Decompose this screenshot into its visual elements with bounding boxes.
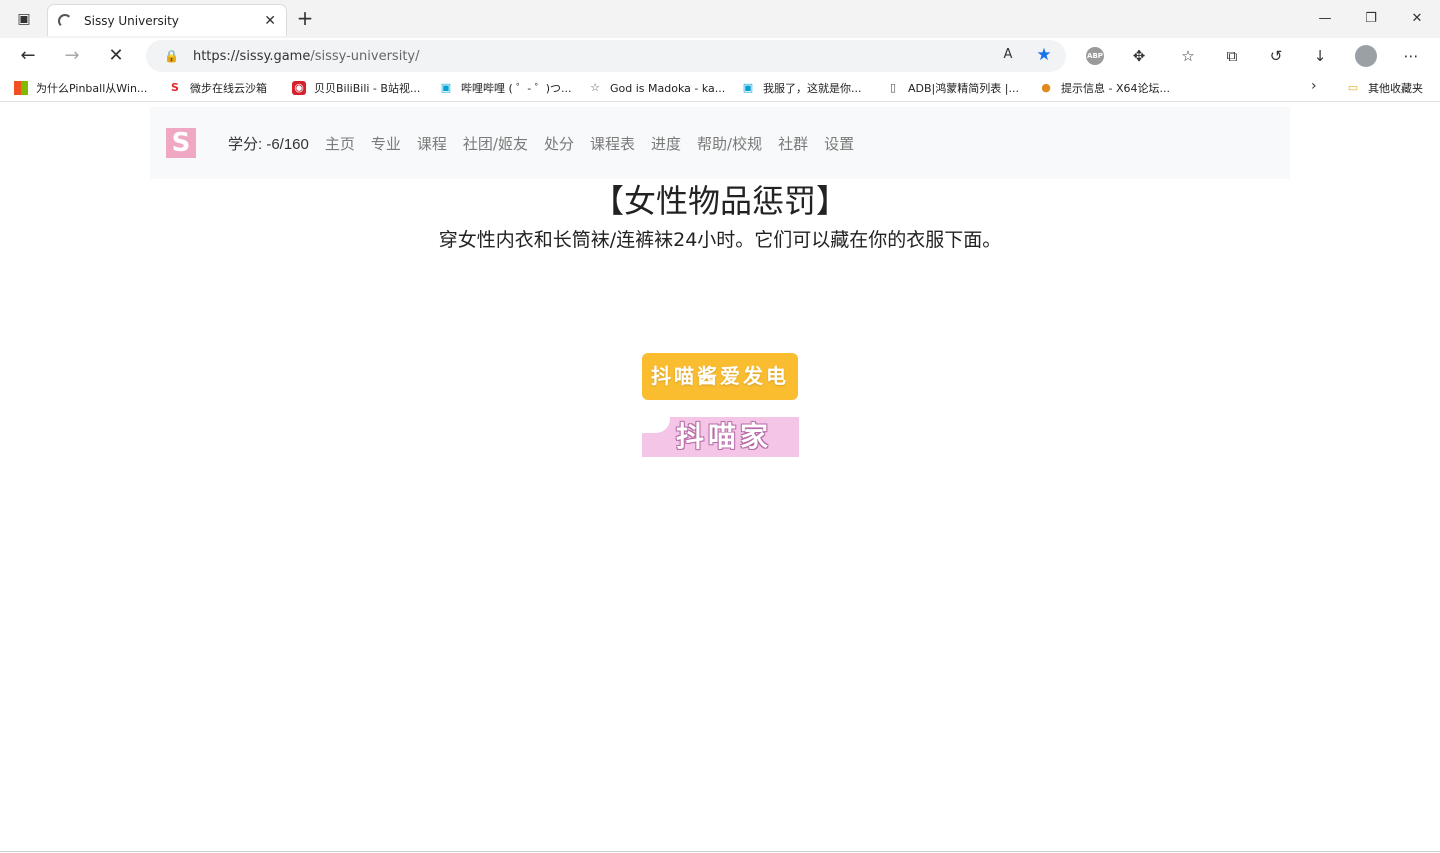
site-navbar: S 学分: -6/160 主页 专业 课程 社团/姬友 处分 课程表 进度 帮助… <box>150 107 1290 179</box>
threatbook-icon: S <box>171 81 179 94</box>
nav-help[interactable]: 帮助/校规 <box>697 133 762 154</box>
donate-button[interactable]: 抖喵酱爱发电 <box>642 353 798 400</box>
bookmark-item[interactable]: ◉ 贝贝BiliBili - B站视... <box>292 78 420 98</box>
tab-actions-icon[interactable]: ▣ <box>10 7 38 31</box>
nav-progress[interactable]: 进度 <box>651 133 681 154</box>
stop-loading-icon[interactable]: ✕ <box>103 43 129 69</box>
x64-icon: ● <box>1041 81 1051 94</box>
star-icon: ☆ <box>590 81 600 94</box>
punishment-description: 穿女性内衣和长筒袜/连裤袜24小时。它们可以藏在你的衣服下面。 <box>438 229 1002 251</box>
bookmark-item[interactable]: ▯ ADB|鸿蒙精简列表 |... <box>886 78 1019 98</box>
page-title: 【女性物品惩罚】 <box>591 182 848 220</box>
favorite-star-icon[interactable]: ★ <box>1033 44 1055 66</box>
nav-clubs[interactable]: 社团/姬友 <box>463 133 528 154</box>
tab-title: Sissy University <box>84 13 179 28</box>
minimize-icon[interactable]: — <box>1314 8 1336 30</box>
site-logo[interactable]: S <box>166 128 196 158</box>
favorites-icon[interactable]: ☆ <box>1175 43 1201 69</box>
new-tab-icon[interactable]: + <box>294 7 316 31</box>
tab-bar: ▣ Sissy University ✕ + — ❐ ✕ <box>0 0 1440 38</box>
extensions-icon[interactable]: ✥ <box>1126 43 1152 69</box>
other-bookmarks-label: 其他收藏夹 <box>1368 82 1423 95</box>
bookmark-label: 为什么Pinball从Win... <box>36 82 148 95</box>
credit-score: 学分: -6/160 <box>228 135 309 153</box>
close-tab-icon[interactable]: ✕ <box>264 13 276 29</box>
adblock-icon[interactable]: ABP <box>1082 43 1108 69</box>
beibei-icon: ◉ <box>292 81 306 95</box>
bookmark-label: 微步在线云沙箱 <box>190 82 267 95</box>
decorative-notch <box>642 417 670 433</box>
bookmark-label: 贝贝BiliBili - B站视... <box>314 82 421 95</box>
home-link-label: 抖喵家 <box>676 420 773 453</box>
nav-settings[interactable]: 设置 <box>824 133 854 154</box>
bilibili-icon: ▣ <box>440 81 452 94</box>
bookmark-item[interactable]: 为什么Pinball从Win... <box>14 78 147 98</box>
nav-punishments[interactable]: 处分 <box>544 133 574 154</box>
windows-icon <box>14 81 28 95</box>
home-link-button[interactable]: 抖喵家 <box>642 417 799 457</box>
bookmark-item[interactable]: S 微步在线云沙箱 <box>168 78 267 98</box>
browser-tab[interactable]: Sissy University ✕ <box>47 4 287 36</box>
bookmark-label: 提示信息 - X64论坛... <box>1061 82 1170 95</box>
bookmark-label: ADB|鸿蒙精简列表 |... <box>908 82 1019 95</box>
download-icon[interactable]: ↓ <box>1307 43 1333 69</box>
back-arrow-icon[interactable]: ← <box>15 43 41 69</box>
profile-icon[interactable] <box>1353 43 1379 69</box>
nav-home[interactable]: 主页 <box>325 133 355 154</box>
close-window-icon[interactable]: ✕ <box>1406 8 1428 30</box>
read-aloud-icon[interactable]: A <box>997 44 1019 66</box>
nav-schedule[interactable]: 课程表 <box>590 133 635 154</box>
other-bookmarks-folder[interactable]: ▭ 其他收藏夹 <box>1346 78 1423 98</box>
restore-icon[interactable]: ❐ <box>1360 8 1382 30</box>
folder-icon: ▭ <box>1347 81 1359 94</box>
bookmark-label: 我服了，这就是你... <box>763 82 862 95</box>
bookmark-label: 哔哩哔哩 ( ゜- ゜)つ... <box>461 82 572 95</box>
history-icon[interactable]: ↺ <box>1263 43 1289 69</box>
url-text[interactable]: https://sissy.game/sissy-university/ <box>193 49 1066 64</box>
forward-arrow-icon[interactable]: → <box>59 43 85 69</box>
bilibili-icon: ▣ <box>742 81 754 94</box>
address-bar[interactable]: 🔒 https://sissy.game/sissy-university/ <box>146 40 1066 72</box>
browser-toolbar: ← → ✕ 🔒 https://sissy.game/sissy-univers… <box>0 38 1440 74</box>
document-icon: ▯ <box>889 81 897 94</box>
lock-icon[interactable]: 🔒 <box>164 49 179 63</box>
url-path: /sissy-university/ <box>310 48 420 64</box>
chevron-right-icon[interactable]: › <box>1311 78 1317 94</box>
bookmark-item[interactable]: ▣ 哔哩哔哩 ( ゜- ゜)つ... <box>439 78 572 98</box>
collections-icon[interactable]: ⧉ <box>1219 43 1245 69</box>
nav-courses[interactable]: 课程 <box>417 133 447 154</box>
bookmark-label: God is Madoka - ka... <box>610 81 726 95</box>
url-host: https://sissy.game <box>192 48 311 64</box>
more-menu-icon[interactable]: ⋯ <box>1398 43 1424 69</box>
window-bottom-border <box>0 851 1440 852</box>
bookmark-item[interactable]: ▣ 我服了，这就是你... <box>741 78 862 98</box>
nav-major[interactable]: 专业 <box>371 133 401 154</box>
bookmark-item[interactable]: ● 提示信息 - X64论坛... <box>1039 78 1170 98</box>
main-content: 【女性物品惩罚】 穿女性内衣和长筒袜/连裤袜24小时。它们可以藏在你的衣服下面。 <box>0 179 1440 252</box>
loading-icon <box>58 13 72 28</box>
bookmarks-bar: 为什么Pinball从Win... S 微步在线云沙箱 ◉ 贝贝BiliBili -… <box>0 74 1440 102</box>
nav-community[interactable]: 社群 <box>778 133 808 154</box>
bookmark-item[interactable]: ☆ God is Madoka - ka... <box>588 78 725 98</box>
